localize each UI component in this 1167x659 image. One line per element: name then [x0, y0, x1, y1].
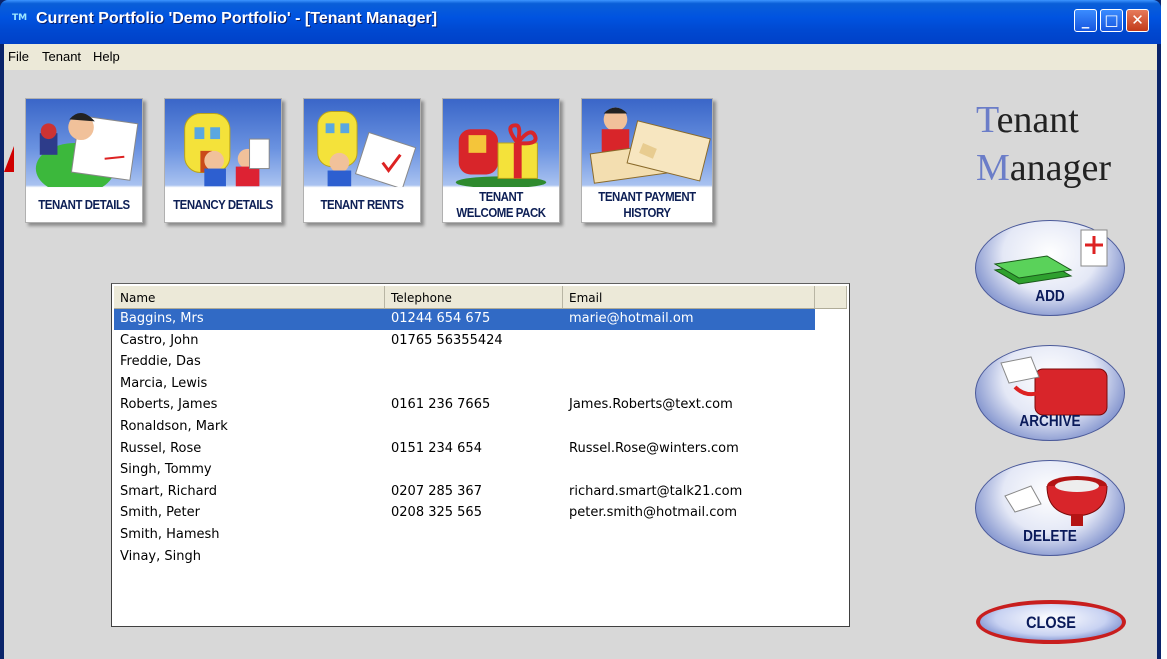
tenancy-details-icon: [184, 113, 270, 187]
brand-tenant: Tenant: [976, 98, 1079, 142]
column-header-telephone[interactable]: Telephone: [385, 286, 563, 308]
cell-name: Baggins, Mrs: [120, 311, 204, 326]
app-icon: TM: [12, 13, 28, 23]
tenant-rents-button[interactable]: TENANT RENTS: [303, 98, 421, 223]
tenant-welcome-pack-icon: [455, 123, 547, 187]
tenant-details-icon: [35, 112, 139, 187]
window-title: Current Portfolio 'Demo Portfolio' - [Te…: [36, 10, 438, 27]
add-icon: [993, 229, 1108, 285]
tenant-welcome-pack-label: TENANT WELCOME PACK: [456, 189, 546, 220]
cell-email: James.Roberts@text.com: [569, 397, 733, 413]
tenant-details-button[interactable]: TENANT DETAILS: [25, 98, 143, 223]
cell-name: Castro, John: [120, 332, 199, 348]
table-row[interactable]: Castro, John 01765 56355424: [114, 331, 815, 352]
tenant-rents-icon: [317, 111, 417, 187]
cell-name: Smith, Peter: [120, 505, 200, 521]
tenant-payment-history-button[interactable]: TENANT PAYMENT HISTORY: [581, 98, 713, 223]
cell-name: Smith, Hamesh: [120, 527, 220, 542]
cell-email: marie@hotmail.om: [569, 311, 694, 326]
menu-bar: File Tenant Help: [4, 44, 1157, 71]
table-row[interactable]: Smith, Peter 0208 325 565 peter.smith@hotm…: [114, 503, 815, 524]
column-header-filler: [815, 286, 847, 308]
menu-help[interactable]: Help: [93, 49, 120, 64]
tenant-list[interactable]: Name Telephone Email Baggins, Mrs 01244 6…: [111, 283, 850, 627]
cell-email: richard.smart@talk21.com: [569, 483, 743, 499]
cell-telephone: 01244 654 675: [391, 311, 491, 326]
cell-telephone: 0208 325 565: [391, 505, 482, 521]
cell-name: Russel, Rose: [120, 440, 202, 456]
tenant-details-label: TENANT DETAILS: [38, 197, 130, 212]
table-row[interactable]: Smith, Hamesh: [114, 525, 815, 546]
tenant-list-header: Name Telephone Email: [114, 286, 847, 309]
delete-bin-icon: [1004, 476, 1108, 526]
table-row[interactable]: Roberts, James 0161 236 7665 James.Roberts…: [114, 395, 815, 416]
brand-manager-text: anager: [1009, 147, 1112, 189]
archive-icon: [1000, 356, 1108, 416]
archive-label: ARCHIVE: [1019, 413, 1081, 430]
table-row[interactable]: Singh, Tommy: [114, 460, 815, 481]
maximize-icon: □: [1104, 11, 1119, 29]
cell-name: Smart, Richard: [120, 483, 217, 499]
brand-tenant-text: enant: [996, 99, 1079, 141]
tenant-payment-history-label: TENANT PAYMENT HISTORY: [598, 189, 696, 220]
tenant-payment-history-icon: [589, 107, 711, 184]
app-window: TM Current Portfolio 'Demo Portfolio' - …: [0, 0, 1161, 659]
tenancy-details-label: TENANCY DETAILS: [173, 197, 273, 212]
archive-button[interactable]: ARCHIVE: [975, 335, 1125, 447]
cell-telephone: 01765 56355424: [391, 332, 503, 348]
title-bar[interactable]: TM Current Portfolio 'Demo Portfolio' - …: [0, 0, 1161, 44]
client-area: TENANT DETAILS TENANCY DETAILS TENANT RE…: [4, 70, 1157, 659]
minimize-button[interactable]: _: [1074, 9, 1097, 32]
tenancy-details-button[interactable]: TENANCY DETAILS: [164, 98, 282, 223]
cell-name: Ronaldson, Mark: [120, 419, 228, 434]
cell-telephone: 0151 234 654: [391, 440, 482, 456]
close-icon: ✕: [1131, 11, 1144, 29]
table-row[interactable]: Russel, Rose 0151 234 654 Russel.Rose@wint…: [114, 439, 815, 460]
tenant-welcome-pack-button[interactable]: TENANT WELCOME PACK: [442, 98, 560, 223]
add-label: ADD: [1035, 288, 1065, 305]
cell-email: Russel.Rose@winters.com: [569, 440, 739, 456]
cell-name: Roberts, James: [120, 397, 218, 413]
add-button[interactable]: ADD: [975, 210, 1125, 322]
red-marker: [4, 146, 14, 172]
close-button[interactable]: CLOSE: [976, 600, 1126, 644]
brand-initial-m: M: [976, 147, 1010, 189]
menu-tenant[interactable]: Tenant: [42, 49, 81, 64]
table-row[interactable]: Vinay, Singh: [114, 547, 815, 568]
cell-name: Freddie, Das: [120, 354, 201, 370]
brand-initial-t: T: [976, 99, 997, 141]
table-row[interactable]: Marcia, Lewis: [114, 374, 815, 395]
close-label: CLOSE: [1026, 613, 1076, 632]
table-row[interactable]: Freddie, Das: [114, 352, 815, 373]
maximize-button[interactable]: □: [1100, 9, 1123, 32]
tenant-rents-label: TENANT RENTS: [320, 197, 404, 212]
table-row[interactable]: Smart, Richard 0207 285 367 richard.smart@…: [114, 482, 815, 503]
table-row[interactable]: Ronaldson, Mark: [114, 417, 815, 438]
cell-name: Vinay, Singh: [120, 548, 201, 564]
column-header-name[interactable]: Name: [114, 286, 385, 308]
delete-button[interactable]: DELETE: [975, 450, 1125, 562]
menu-file[interactable]: File: [8, 49, 29, 64]
cell-name: Marcia, Lewis: [120, 375, 208, 391]
cell-name: Singh, Tommy: [120, 462, 212, 478]
table-row[interactable]: Baggins, Mrs 01244 654 675 marie@hotmail.o…: [114, 309, 815, 330]
cell-telephone: 0161 236 7665: [391, 397, 491, 413]
column-header-email[interactable]: Email: [563, 286, 815, 308]
delete-label: DELETE: [1023, 528, 1077, 545]
cell-telephone: 0207 285 367: [391, 483, 482, 499]
cell-email: peter.smith@hotmail.com: [569, 505, 738, 521]
brand-manager: Manager: [976, 146, 1111, 190]
minimize-icon: _: [1081, 11, 1090, 29]
window-close-button[interactable]: ✕: [1126, 9, 1149, 32]
